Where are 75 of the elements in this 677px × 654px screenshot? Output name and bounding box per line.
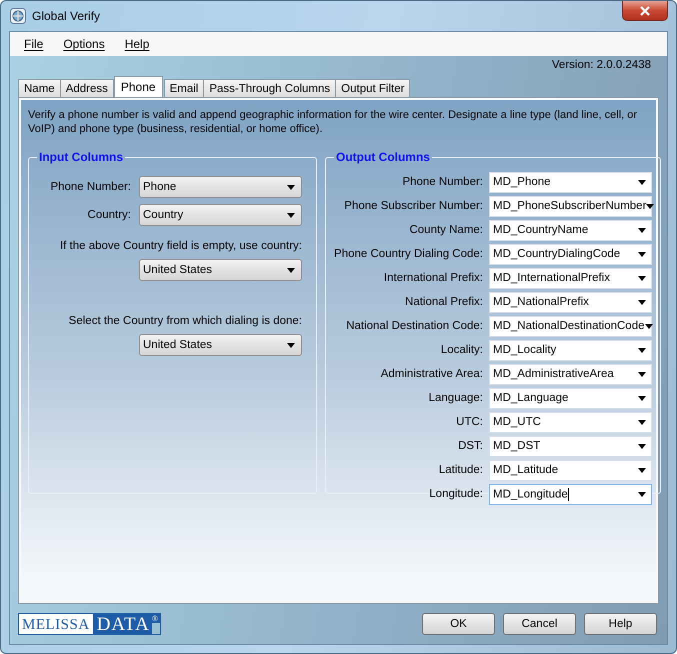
- window-title: Global Verify: [32, 9, 100, 23]
- dropdown[interactable]: Country: [139, 204, 302, 226]
- dropdown-arrow-icon: [638, 396, 646, 400]
- dropdown-arrow-icon: [287, 184, 295, 190]
- dropdown[interactable]: MD_Longitude: [489, 484, 652, 504]
- dropdown-arrow-icon: [644, 324, 652, 328]
- dropdown[interactable]: MD_Latitude: [489, 460, 652, 480]
- dropdown[interactable]: MD_InternationalPrefix: [489, 268, 652, 288]
- dropdown[interactable]: MD_CountryName: [489, 220, 652, 240]
- logo: MELISSA DATA®: [18, 613, 161, 635]
- dropdown-arrow-icon: [638, 420, 646, 424]
- field-label: Latitude:: [438, 464, 483, 476]
- field-label: Phone Number:: [50, 181, 131, 193]
- menu-item[interactable]: File: [16, 35, 52, 53]
- field-label: Phone Country Dialing Code:: [334, 248, 483, 260]
- dialog-button[interactable]: Cancel: [503, 613, 576, 635]
- tab[interactable]: Name: [18, 79, 61, 97]
- dropdown-arrow-icon: [638, 348, 646, 352]
- version-label: Version: 2.0.0.2438: [550, 58, 652, 73]
- dropdown-arrow-icon: [638, 444, 646, 448]
- field-label: If the above Country field is empty, use country:: [60, 240, 302, 252]
- field-label: County Name:: [409, 224, 483, 236]
- field-label: National Prefix:: [405, 296, 483, 308]
- dropdown[interactable]: MD_PhoneSubscriberNumber: [489, 196, 652, 216]
- dropdown-arrow-icon: [646, 204, 654, 208]
- dropdown-arrow-icon: [287, 268, 295, 272]
- dropdown[interactable]: United States: [139, 334, 302, 356]
- dropdown-arrow-icon: [287, 212, 295, 218]
- tab[interactable]: Email: [164, 79, 204, 97]
- dropdown-arrow-icon: [638, 228, 646, 232]
- dropdown-arrow-icon: [638, 372, 646, 376]
- dropdown[interactable]: MD_DST: [489, 436, 652, 456]
- group-title: Output Columns: [335, 150, 431, 164]
- field-label: Language:: [428, 392, 483, 404]
- dropdown[interactable]: MD_NationalDestinationCode: [489, 316, 652, 336]
- dropdown-arrow-icon: [638, 276, 646, 280]
- dropdown-arrow-icon: [638, 468, 646, 472]
- dialog-button[interactable]: OK: [422, 613, 495, 635]
- description-text: Verify a phone number is valid and append geographic information for the wire center. Designate a line type (land line, cell, or VoIP) and phone type (business, residential, or home office).: [27, 108, 638, 136]
- tab[interactable]: Address: [60, 79, 114, 97]
- field-label: Phone Subscriber Number:: [344, 200, 483, 212]
- dropdown[interactable]: United States: [139, 259, 302, 281]
- globe-icon: [10, 8, 26, 24]
- dialog-button[interactable]: Help: [584, 613, 657, 635]
- dropdown[interactable]: Phone: [139, 176, 302, 198]
- close-button[interactable]: [622, 1, 668, 21]
- field-label: National Destination Code:: [346, 320, 483, 332]
- dropdown[interactable]: MD_UTC: [489, 412, 652, 432]
- dropdown-arrow-icon: [638, 300, 646, 304]
- tab[interactable]: Pass-Through Columns: [203, 79, 336, 97]
- dropdown-arrow-icon: [638, 252, 646, 256]
- dropdown[interactable]: MD_Locality: [489, 340, 652, 360]
- field-label: Longitude:: [429, 488, 483, 500]
- field-label: International Prefix:: [384, 272, 483, 284]
- field-label: Select the Country from which dialing is done:: [68, 315, 302, 327]
- field-label: Phone Number:: [402, 176, 483, 188]
- menu-item[interactable]: Help: [116, 35, 158, 53]
- dropdown[interactable]: MD_Language: [489, 388, 652, 408]
- menu-item[interactable]: Options: [55, 35, 113, 53]
- dropdown[interactable]: MD_Phone: [489, 172, 652, 192]
- dropdown-arrow-icon: [638, 492, 646, 496]
- field-label: DST:: [458, 440, 483, 452]
- dropdown[interactable]: MD_AdministrativeArea: [489, 364, 652, 384]
- dropdown-arrow-icon: [638, 180, 646, 184]
- tab[interactable]: Phone: [114, 76, 163, 97]
- dropdown[interactable]: MD_CountryDialingCode: [489, 244, 652, 264]
- field-label: Locality:: [440, 344, 483, 356]
- dropdown[interactable]: MD_NationalPrefix: [489, 292, 652, 312]
- field-label: Administrative Area:: [380, 368, 483, 380]
- field-label: Country:: [88, 209, 131, 221]
- group-title: Input Columns: [38, 150, 124, 164]
- tab[interactable]: Output Filter: [335, 79, 410, 97]
- field-label: UTC:: [456, 416, 483, 428]
- dropdown-arrow-icon: [287, 342, 295, 348]
- close-icon: [639, 6, 651, 16]
